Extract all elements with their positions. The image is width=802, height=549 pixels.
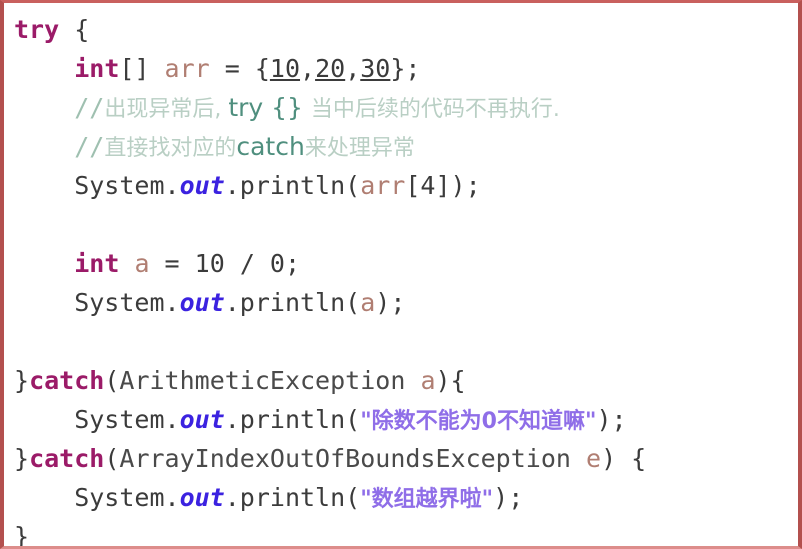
code-token: .println( xyxy=(224,405,361,434)
code-token: 30 xyxy=(360,54,391,83)
code-token: ArithmeticException xyxy=(119,366,406,395)
code-token: 0 xyxy=(269,249,285,278)
code-token: .println( xyxy=(224,288,361,317)
code-token: // xyxy=(74,132,105,161)
code-line: //出现异常后, try {} 当中后续的代码不再执行. xyxy=(14,88,794,127)
code-token: catch xyxy=(29,366,105,395)
code-token: [ xyxy=(405,171,421,200)
code-token: ]); xyxy=(435,171,481,200)
code-token: ){ xyxy=(435,366,466,395)
code-token: out xyxy=(179,288,225,317)
code-token: a xyxy=(360,288,376,317)
code-token: = xyxy=(149,249,195,278)
code-line: int a = 10 / 0; xyxy=(14,244,794,283)
code-token: [] xyxy=(119,54,165,83)
code-token: System. xyxy=(14,483,180,512)
code-token: }; xyxy=(390,54,421,83)
code-token: System. xyxy=(14,288,180,317)
code-line: } xyxy=(14,517,794,549)
code-token: , xyxy=(300,54,316,83)
code-token: ); xyxy=(596,405,627,434)
code-token: System. xyxy=(14,405,180,434)
code-token: 10 xyxy=(269,54,301,83)
code-token: { xyxy=(59,15,90,44)
code-token: catch xyxy=(29,444,105,473)
code-token: ) { xyxy=(601,444,647,473)
code-token: a xyxy=(420,366,436,395)
code-line: System.out.println("数组越界啦"); xyxy=(14,478,794,517)
code-line: System.out.println(arr[4]); xyxy=(14,166,794,205)
code-token: // xyxy=(74,93,105,122)
code-line: System.out.println(a); xyxy=(14,283,794,322)
code-token: ); xyxy=(375,288,406,317)
code-token: ; xyxy=(284,249,301,278)
code-line: }catch(ArithmeticException a){ xyxy=(14,361,794,400)
code-token: ); xyxy=(493,483,524,512)
code-line: int[] arr = {10,20,30}; xyxy=(14,49,794,88)
code-token: } xyxy=(14,444,30,473)
code-token: catch xyxy=(236,132,305,161)
code-token: 4 xyxy=(420,171,436,200)
code-token: ArrayIndexOutOfBoundsException xyxy=(119,444,571,473)
code-token: e xyxy=(586,444,602,473)
code-token: try {} xyxy=(228,93,311,122)
code-token: try xyxy=(14,15,60,44)
code-token: a xyxy=(134,249,150,278)
code-token: out xyxy=(179,171,225,200)
code-token: int xyxy=(74,54,120,83)
code-token: System. xyxy=(14,171,180,200)
code-token: 20 xyxy=(315,54,346,83)
code-line: try { xyxy=(14,10,794,49)
code-token: .println( xyxy=(224,483,361,512)
code-token: "除数不能为0不知道嘛" xyxy=(360,409,597,434)
code-line: }catch(ArrayIndexOutOfBoundsException e)… xyxy=(14,439,794,478)
code-token: arr xyxy=(164,54,210,83)
code-token: .println( xyxy=(224,171,361,200)
code-token: 来处理异常 xyxy=(304,136,415,161)
code-token: 10 xyxy=(194,249,225,278)
code-token: / xyxy=(224,249,270,278)
code-line: System.out.println("除数不能为0不知道嘛"); xyxy=(14,400,794,439)
code-token: 直接找对应的 xyxy=(104,136,237,161)
code-token: int xyxy=(74,249,120,278)
code-line: //直接找对应的catch来处理异常 xyxy=(14,127,794,166)
code-token: ( xyxy=(104,444,120,473)
code-token: , xyxy=(345,54,361,83)
code-token: arr xyxy=(360,171,406,200)
code-token: 出现异常后, xyxy=(104,97,229,122)
code-token: 当中后续的代码不再执行. xyxy=(310,97,560,122)
code-block: try { int[] arr = {10,20,30}; //出现异常后, t… xyxy=(14,10,794,549)
code-token: "数组越界啦" xyxy=(360,487,494,512)
code-token: = { xyxy=(209,54,270,83)
code-token: ( xyxy=(104,366,120,395)
code-snippet-card: try { int[] arr = {10,20,30}; //出现异常后, t… xyxy=(0,0,802,549)
code-token: } xyxy=(14,522,30,549)
code-token: } xyxy=(14,366,30,395)
code-token: out xyxy=(179,405,225,434)
code-token: out xyxy=(179,483,225,512)
